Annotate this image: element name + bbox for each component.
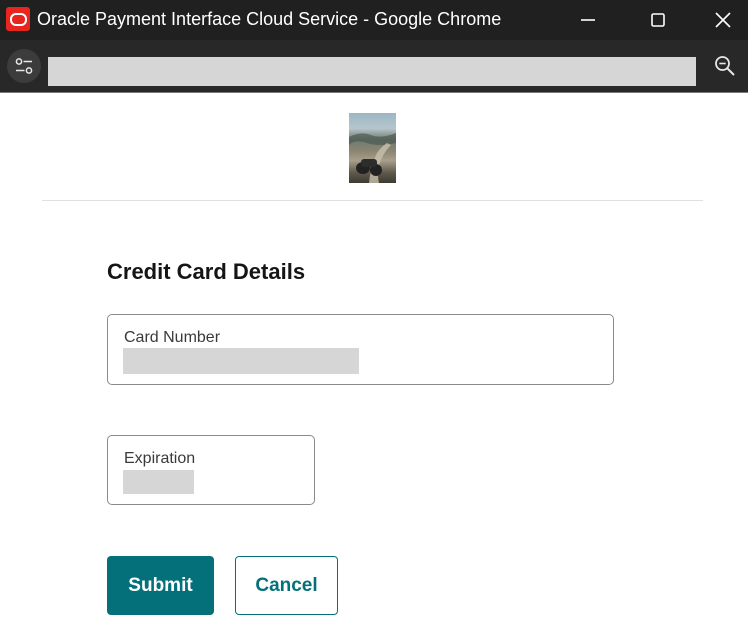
minimize-button[interactable] xyxy=(560,0,616,40)
url-field[interactable] xyxy=(48,57,696,86)
close-icon xyxy=(715,12,731,28)
window-title: Oracle Payment Interface Cloud Service -… xyxy=(37,9,502,29)
expiration-input[interactable] xyxy=(123,470,194,494)
expiration-field[interactable]: Expiration xyxy=(107,435,315,505)
merchant-logo-image xyxy=(349,113,396,183)
card-number-field[interactable]: Card Number xyxy=(107,314,614,385)
tune-icon xyxy=(15,58,33,74)
oracle-icon xyxy=(6,7,30,31)
header-divider xyxy=(42,200,703,201)
zoom-out-icon xyxy=(715,56,735,76)
browser-chrome-divider xyxy=(0,92,748,93)
minimize-icon xyxy=(581,19,595,21)
site-settings-button[interactable] xyxy=(7,49,41,83)
zoom-button[interactable] xyxy=(710,51,740,81)
card-number-label: Card Number xyxy=(124,329,221,346)
maximize-icon xyxy=(651,13,665,27)
page-title: Credit Card Details xyxy=(107,259,306,284)
address-bar-row xyxy=(0,40,748,92)
close-button[interactable] xyxy=(698,0,748,40)
submit-button[interactable]: Submit xyxy=(107,556,214,615)
maximize-button[interactable] xyxy=(630,0,686,40)
expiration-label: Expiration xyxy=(124,450,196,467)
title-bar: Oracle Payment Interface Cloud Service -… xyxy=(0,0,748,40)
card-number-input[interactable] xyxy=(123,348,359,374)
cancel-button[interactable]: Cancel xyxy=(235,556,338,615)
